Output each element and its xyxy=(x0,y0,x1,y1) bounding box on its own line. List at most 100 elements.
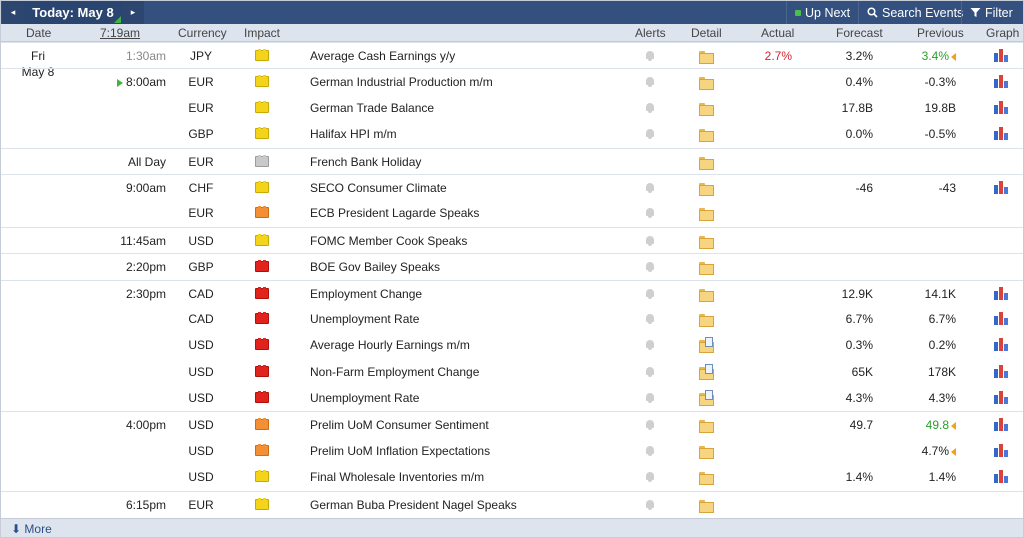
bell-icon[interactable] xyxy=(644,445,656,457)
detail-document-icon[interactable] xyxy=(699,390,714,407)
revised-speaker-icon[interactable] xyxy=(951,447,956,456)
impact-red-icon[interactable] xyxy=(255,311,269,324)
impact-red-icon[interactable] xyxy=(255,338,269,351)
impact-yellow-icon[interactable] xyxy=(255,497,269,510)
table-row[interactable]: 4:00pm USD Prelim UoM Consumer Sentiment 49… xyxy=(1,411,1023,437)
detail-folder-icon[interactable] xyxy=(699,102,714,116)
bell-icon[interactable] xyxy=(644,288,656,300)
impact-orange-icon[interactable] xyxy=(255,418,269,431)
today-button[interactable]: Today: May 8 xyxy=(24,1,122,24)
impact-orange-icon[interactable] xyxy=(255,443,269,456)
current-time-header[interactable]: 7:19am xyxy=(100,26,140,40)
impact-orange-icon[interactable] xyxy=(255,206,269,219)
table-row[interactable]: USD Final Wholesale Inventories m/m 1.4% 1.… xyxy=(1,464,1023,490)
detail-folder-icon[interactable] xyxy=(699,77,714,91)
bar-chart-icon[interactable] xyxy=(994,126,1008,141)
bell-icon[interactable] xyxy=(644,76,656,88)
bar-chart-icon[interactable] xyxy=(994,337,1008,352)
bell-icon[interactable] xyxy=(644,235,656,247)
event-title[interactable]: Average Hourly Earnings m/m xyxy=(310,338,470,352)
up-next-button[interactable]: Up Next xyxy=(786,1,858,24)
bar-chart-icon[interactable] xyxy=(994,443,1008,457)
table-row[interactable]: GBP Halifax HPI m/m 0.0% -0.5% xyxy=(1,121,1023,147)
detail-folder-icon[interactable] xyxy=(699,208,714,222)
table-row[interactable]: USD Prelim UoM Inflation Expectations 4.7% xyxy=(1,438,1023,464)
prev-day-arrow-icon[interactable]: ◂ xyxy=(2,1,24,24)
impact-yellow-icon[interactable] xyxy=(255,100,269,113)
bar-chart-icon[interactable] xyxy=(994,311,1008,325)
impact-red-icon[interactable] xyxy=(255,391,269,404)
bell-icon[interactable] xyxy=(644,339,656,351)
event-title[interactable]: Final Wholesale Inventories m/m xyxy=(310,470,484,484)
event-title[interactable]: Unemployment Rate xyxy=(310,312,419,326)
bell-icon[interactable] xyxy=(644,392,656,404)
detail-folder-icon[interactable] xyxy=(699,499,714,513)
bell-icon[interactable] xyxy=(644,182,656,194)
bar-chart-icon[interactable] xyxy=(994,180,1008,194)
detail-folder-icon[interactable] xyxy=(699,235,714,249)
table-row[interactable]: USD Unemployment Rate 4.3% 4.3% xyxy=(1,385,1023,411)
bell-icon[interactable] xyxy=(644,419,656,431)
bell-icon[interactable] xyxy=(644,207,656,219)
impact-red-icon[interactable] xyxy=(255,364,269,377)
event-title[interactable]: Employment Change xyxy=(310,287,422,301)
table-row[interactable]: 2:20pm GBP BOE Gov Bailey Speaks xyxy=(1,253,1023,279)
detail-folder-icon[interactable] xyxy=(699,156,714,170)
bell-icon[interactable] xyxy=(644,102,656,114)
impact-yellow-icon[interactable] xyxy=(255,470,269,483)
bell-icon[interactable] xyxy=(644,471,656,483)
event-title[interactable]: Prelim UoM Inflation Expectations xyxy=(310,444,490,458)
table-row[interactable]: 6:15pm EUR German Buba President Nagel Spe… xyxy=(1,490,1023,517)
event-title[interactable]: Halifax HPI m/m xyxy=(310,127,397,141)
table-row[interactable]: USD Non-Farm Employment Change 65K 178K xyxy=(1,359,1023,385)
bar-chart-icon[interactable] xyxy=(994,286,1008,300)
event-title[interactable]: FOMC Member Cook Speaks xyxy=(310,234,467,248)
impact-yellow-icon[interactable] xyxy=(255,127,269,140)
event-title[interactable]: German Industrial Production m/m xyxy=(310,75,493,89)
bar-chart-icon[interactable] xyxy=(994,48,1008,62)
event-title[interactable]: ECB President Lagarde Speaks xyxy=(310,206,479,220)
table-row[interactable]: 11:45am USD FOMC Member Cook Speaks xyxy=(1,226,1023,253)
table-row[interactable]: 2:30pm CAD Employment Change 12.9K 14.1K xyxy=(1,279,1023,306)
next-day-arrow-icon[interactable]: ▸ xyxy=(122,1,144,24)
table-row[interactable]: CAD Unemployment Rate 6.7% 6.7% xyxy=(1,306,1023,332)
impact-yellow-icon[interactable] xyxy=(255,180,269,193)
table-row[interactable]: 8:00am EUR German Industrial Production m/… xyxy=(1,68,1023,94)
event-title[interactable]: French Bank Holiday xyxy=(310,155,421,169)
table-row[interactable]: EUR German Trade Balance 17.8B 19.8B xyxy=(1,95,1023,121)
bell-icon[interactable] xyxy=(644,499,656,511)
bell-icon[interactable] xyxy=(644,261,656,273)
bar-chart-icon[interactable] xyxy=(994,469,1008,484)
detail-folder-icon[interactable] xyxy=(699,129,714,143)
search-events-button[interactable]: Search Events xyxy=(858,1,971,24)
revised-speaker-icon[interactable] xyxy=(951,422,956,431)
detail-folder-icon[interactable] xyxy=(699,472,714,486)
bell-icon[interactable] xyxy=(644,366,656,378)
bell-icon[interactable] xyxy=(644,50,656,62)
impact-gray-icon[interactable] xyxy=(255,154,269,167)
event-title[interactable]: Average Cash Earnings y/y xyxy=(310,49,455,63)
bell-icon[interactable] xyxy=(644,128,656,140)
bar-chart-icon[interactable] xyxy=(994,390,1008,405)
table-row[interactable]: 1:30am JPY Average Cash Earnings y/y 2.7% 3.… xyxy=(1,42,1023,68)
table-row[interactable]: USD Average Hourly Earnings m/m 0.3% 0.2% xyxy=(1,332,1023,358)
detail-folder-icon[interactable] xyxy=(699,445,714,459)
impact-yellow-icon[interactable] xyxy=(255,49,269,61)
detail-folder-icon[interactable] xyxy=(699,313,714,327)
bar-chart-icon[interactable] xyxy=(994,100,1008,114)
bar-chart-icon[interactable] xyxy=(994,417,1008,432)
detail-folder-icon[interactable] xyxy=(699,262,714,276)
bar-chart-icon[interactable] xyxy=(994,74,1008,89)
bar-chart-icon[interactable] xyxy=(994,364,1008,378)
revised-speaker-icon[interactable] xyxy=(951,52,956,61)
impact-yellow-icon[interactable] xyxy=(255,233,269,246)
detail-folder-icon[interactable] xyxy=(699,420,714,434)
event-title[interactable]: German Buba President Nagel Speaks xyxy=(310,498,517,512)
event-title[interactable]: Unemployment Rate xyxy=(310,391,419,405)
detail-folder-icon[interactable] xyxy=(699,182,714,196)
event-title[interactable]: BOE Gov Bailey Speaks xyxy=(310,260,440,274)
event-title[interactable]: Prelim UoM Consumer Sentiment xyxy=(310,418,489,432)
event-title[interactable]: Non-Farm Employment Change xyxy=(310,365,479,379)
detail-folder-icon[interactable] xyxy=(699,51,714,64)
more-button[interactable]: ⬇ More xyxy=(11,522,52,536)
